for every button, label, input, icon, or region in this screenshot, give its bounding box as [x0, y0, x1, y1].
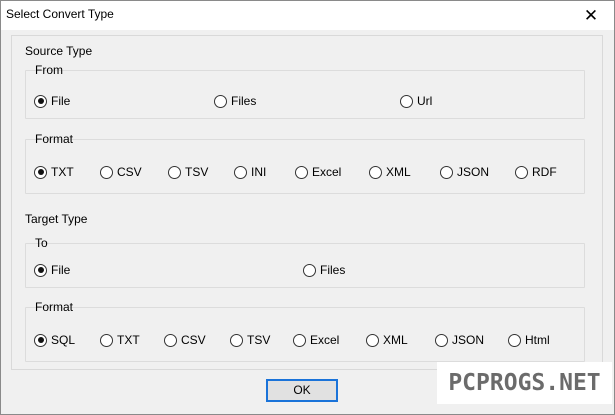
target-type-label: Target Type [25, 212, 88, 226]
radio-label: CSV [117, 165, 142, 179]
radio-label: Files [231, 94, 257, 108]
target-format-group-label: Format [35, 300, 74, 314]
radio-label: File [51, 263, 71, 277]
radio-unchecked-icon [295, 165, 308, 179]
target-format-radio-csv[interactable]: CSV [164, 333, 206, 347]
radio-label: TSV [247, 333, 271, 347]
from-radio-files[interactable]: Files [214, 94, 256, 108]
radio-label: RDF [532, 165, 557, 179]
radio-checked-icon [34, 263, 47, 277]
radio-unchecked-icon [168, 165, 181, 179]
from-radio-url[interactable]: Url [400, 94, 432, 108]
source-format-radio-json[interactable]: JSON [440, 165, 489, 179]
radio-unchecked-icon [515, 165, 528, 179]
radio-checked-icon [34, 165, 47, 179]
radio-label: JSON [457, 165, 490, 179]
source-format-radio-ini[interactable]: INI [234, 165, 266, 179]
to-radio-files[interactable]: Files [303, 263, 345, 277]
radio-label: Files [320, 263, 346, 277]
radio-label: TSV [185, 165, 209, 179]
radio-checked-icon [34, 94, 47, 108]
from-group: From [25, 63, 585, 119]
target-format-radio-tsv[interactable]: TSV [230, 333, 270, 347]
radio-label: XML [386, 165, 411, 179]
target-format-radio-html[interactable]: Html [508, 333, 550, 347]
radio-label: XML [383, 333, 408, 347]
radio-label: JSON [452, 333, 485, 347]
target-format-radio-excel[interactable]: Excel [293, 333, 339, 347]
radio-unchecked-icon [214, 94, 227, 108]
radio-label: Html [525, 333, 550, 347]
radio-label: TXT [51, 165, 74, 179]
radio-unchecked-icon [366, 333, 379, 347]
radio-label: SQL [51, 333, 76, 347]
radio-unchecked-icon [293, 333, 306, 347]
radio-unchecked-icon [303, 263, 316, 277]
to-group-label: To [35, 236, 48, 250]
to-radio-file[interactable]: File [34, 263, 70, 277]
source-format-radio-csv[interactable]: CSV [100, 165, 142, 179]
radio-label: TXT [117, 333, 140, 347]
target-format-radio-txt[interactable]: TXT [100, 333, 140, 347]
radio-unchecked-icon [164, 333, 177, 347]
radio-label: CSV [181, 333, 206, 347]
target-format-radio-sql[interactable]: SQL [34, 333, 75, 347]
source-format-radio-tsv[interactable]: TSV [168, 165, 208, 179]
radio-unchecked-icon [400, 94, 413, 108]
radio-unchecked-icon [230, 333, 243, 347]
close-icon: ✕ [583, 6, 599, 25]
source-format-radio-xml[interactable]: XML [369, 165, 411, 179]
ok-button[interactable]: OK [266, 379, 338, 402]
radio-unchecked-icon [440, 165, 453, 179]
radio-unchecked-icon [100, 333, 113, 347]
convert-type-dialog: Select Convert Type ✕ Source Type From F… [0, 0, 615, 415]
radio-unchecked-icon [234, 165, 247, 179]
source-type-label: Source Type [25, 44, 93, 58]
radio-checked-icon [34, 333, 47, 347]
close-button[interactable]: ✕ [568, 1, 614, 30]
title-bar: Select Convert Type ✕ [1, 1, 614, 30]
window-title: Select Convert Type [6, 7, 114, 21]
target-format-radio-json[interactable]: JSON [435, 333, 484, 347]
radio-unchecked-icon [100, 165, 113, 179]
source-format-group-label: Format [35, 132, 74, 146]
source-format-radio-txt[interactable]: TXT [34, 165, 74, 179]
radio-unchecked-icon [369, 165, 382, 179]
target-format-radio-xml[interactable]: XML [366, 333, 408, 347]
from-group-label: From [35, 63, 63, 77]
radio-label: Excel [312, 165, 342, 179]
radio-label: Url [417, 94, 433, 108]
radio-label: Excel [310, 333, 340, 347]
source-format-radio-rdf[interactable]: RDF [515, 165, 557, 179]
radio-unchecked-icon [508, 333, 521, 347]
radio-unchecked-icon [435, 333, 448, 347]
radio-label: INI [251, 165, 267, 179]
source-format-radio-excel[interactable]: Excel [295, 165, 341, 179]
from-radio-file[interactable]: File [34, 94, 70, 108]
watermark-logo: PCPROGS.NET [437, 362, 612, 404]
radio-label: File [51, 94, 71, 108]
